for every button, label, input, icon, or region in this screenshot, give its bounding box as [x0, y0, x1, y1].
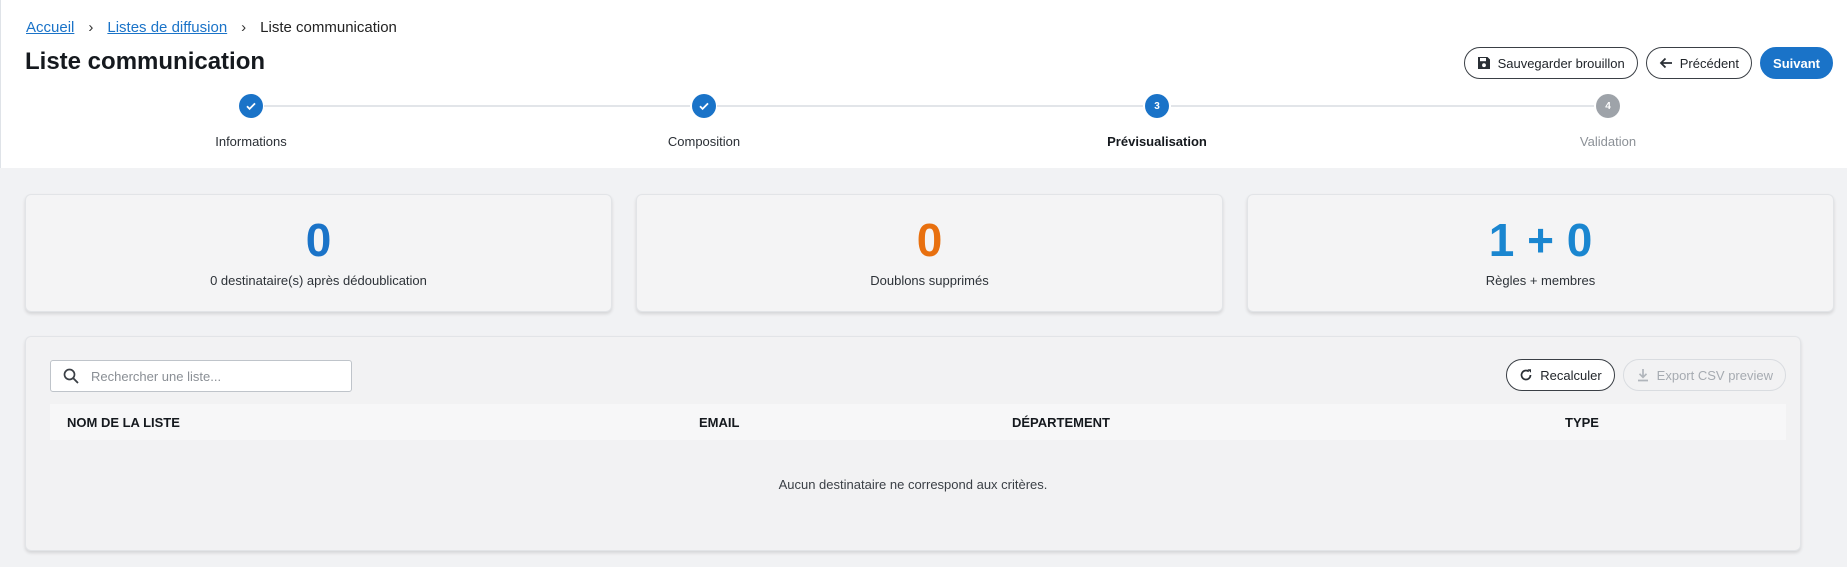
breadcrumb-separator-icon: › [88, 19, 94, 36]
column-header-department[interactable]: DÉPARTEMENT [1012, 415, 1110, 430]
stepper-connector [717, 105, 1143, 107]
stat-label: 0 destinataire(s) après dédoublication [210, 273, 427, 288]
export-csv-label: Export CSV preview [1656, 367, 1773, 383]
table-empty-message: Aucun destinataire ne correspond aux cri… [778, 477, 1048, 492]
breadcrumb: Accueil › Listes de diffusion › Liste co… [26, 19, 397, 36]
table-actions: Recalculer Export CSV preview [1506, 359, 1786, 391]
stat-card-duplicates: 0 Doublons supprimés [636, 194, 1223, 312]
refresh-icon [1519, 368, 1533, 382]
recalculate-button[interactable]: Recalculer [1506, 359, 1615, 391]
breadcrumb-lists-link[interactable]: Listes de diffusion [107, 19, 227, 36]
recalculate-label: Recalculer [1540, 367, 1602, 383]
step-label-previsualisation: Prévisualisation [1107, 134, 1207, 149]
stat-value: 1 + 0 [1488, 214, 1593, 266]
step-2-check-icon [692, 94, 716, 118]
stepper-connector [264, 105, 690, 107]
step-label-informations[interactable]: Informations [215, 134, 287, 149]
search-icon [63, 368, 79, 384]
next-button[interactable]: Suivant [1760, 47, 1833, 79]
save-draft-label: Sauvegarder brouillon [1497, 55, 1625, 71]
recipients-panel: Recalculer Export CSV preview NOM DE LA … [25, 336, 1801, 551]
breadcrumb-separator-icon: › [241, 19, 247, 36]
previous-button[interactable]: Précédent [1645, 47, 1753, 79]
breadcrumb-current: Liste communication [260, 19, 397, 36]
step-1-check-icon [239, 94, 263, 118]
floppy-disk-icon [1477, 56, 1491, 70]
step-label-composition[interactable]: Composition [668, 134, 740, 149]
step-label-validation: Validation [1579, 134, 1637, 149]
arrow-left-icon [1659, 56, 1673, 70]
stepper-connector [1171, 105, 1594, 107]
stat-value: 0 [916, 214, 943, 266]
export-csv-button[interactable]: Export CSV preview [1622, 359, 1786, 391]
stepper: 3 4 Informations Composition Prévisualis… [1, 92, 1847, 152]
stat-label: Règles + membres [1485, 273, 1596, 288]
breadcrumb-home-link[interactable]: Accueil [26, 19, 74, 36]
search-field[interactable] [50, 360, 352, 392]
stat-card-rules: 1 + 0 Règles + membres [1247, 194, 1834, 312]
stat-label: Doublons supprimés [870, 273, 989, 288]
page-header: Accueil › Listes de diffusion › Liste co… [0, 0, 1847, 168]
next-label: Suivant [1773, 55, 1820, 71]
table-header: NOM DE LA LISTE EMAIL DÉPARTEMENT TYPE [50, 404, 1786, 440]
stat-card-recipients: 0 0 destinataire(s) après dédoublication [25, 194, 612, 312]
stat-value: 0 [305, 214, 332, 266]
column-header-type[interactable]: TYPE [1565, 415, 1599, 430]
column-header-list-name[interactable]: NOM DE LA LISTE [67, 415, 180, 430]
column-header-email[interactable]: EMAIL [699, 415, 739, 430]
save-draft-button[interactable]: Sauvegarder brouillon [1463, 47, 1638, 79]
page-title: Liste communication [25, 48, 266, 75]
header-actions: Sauvegarder brouillon Précédent Suivant [1463, 47, 1833, 79]
previous-label: Précédent [1679, 55, 1740, 71]
download-icon [1636, 368, 1650, 382]
step-4-marker: 4 [1596, 94, 1620, 118]
search-input[interactable] [91, 368, 331, 384]
step-3-marker: 3 [1145, 94, 1169, 118]
